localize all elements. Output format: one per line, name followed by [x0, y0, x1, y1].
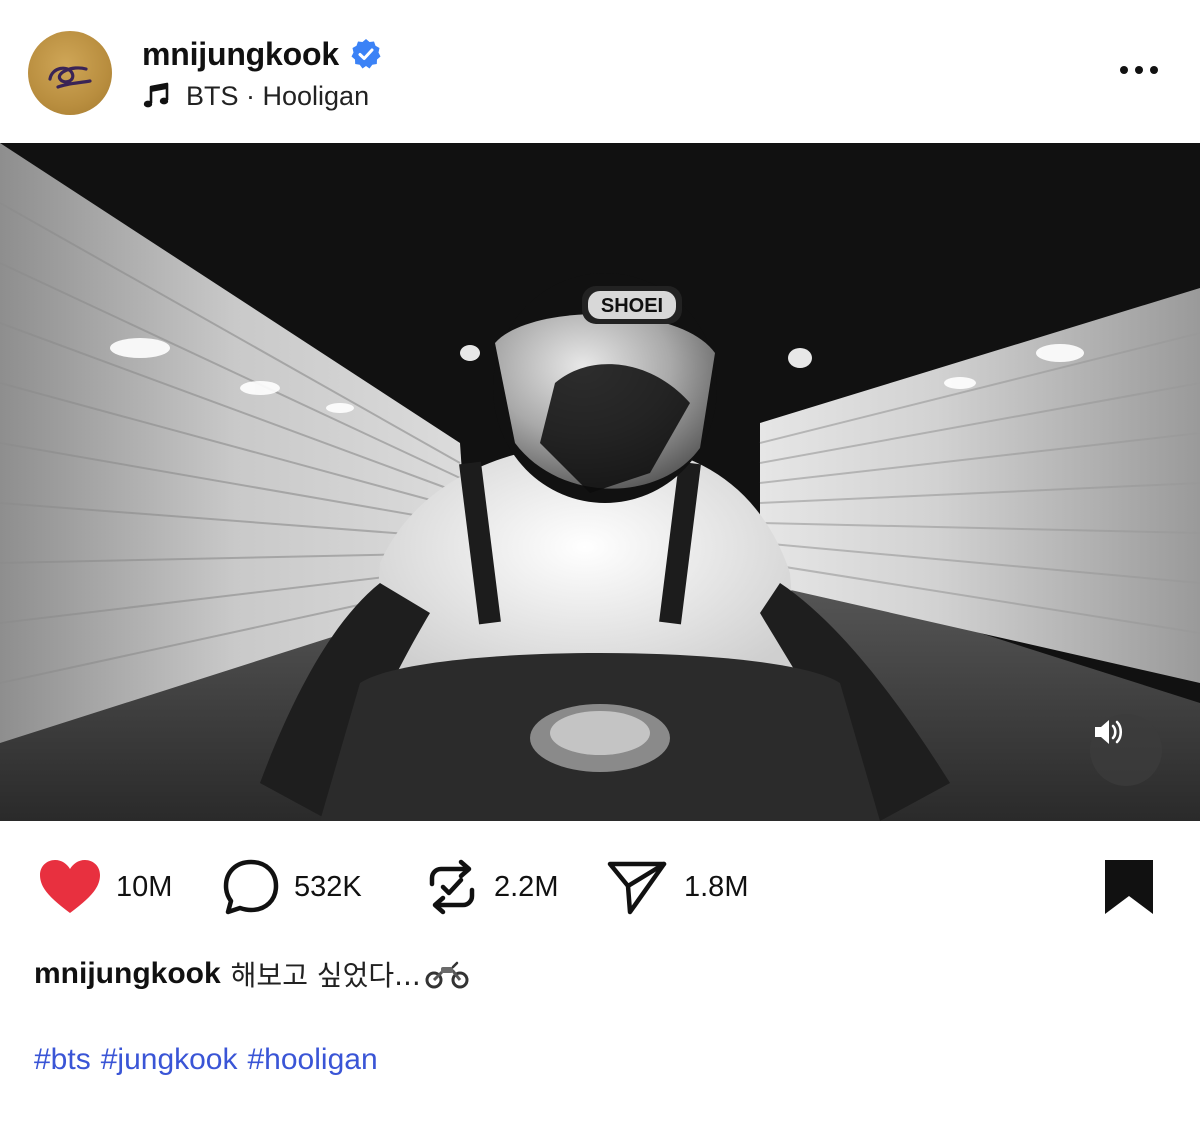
video-frame: SHOEI — [0, 143, 1200, 821]
comment-button[interactable]: 532K — [222, 850, 362, 924]
more-options-button[interactable] — [1112, 56, 1166, 84]
comment-count: 532K — [294, 870, 362, 903]
action-bar: 10M 532K 2.2M 1.8M — [0, 850, 1200, 924]
hashtag-hooligan[interactable]: #hooligan — [248, 1043, 378, 1077]
bookmark-button[interactable] — [1102, 858, 1156, 916]
music-note-icon — [143, 82, 169, 108]
more-horizontal-icon-dot — [1135, 66, 1143, 74]
author-username[interactable]: mnijungkook — [142, 36, 339, 73]
heart-icon — [40, 860, 100, 913]
send-icon — [607, 861, 667, 915]
caption-username[interactable]: mnijungkook — [34, 957, 221, 991]
repost-button[interactable]: 2.2M — [424, 850, 558, 924]
sound-toggle-button[interactable] — [1090, 714, 1162, 786]
repost-count: 2.2M — [494, 870, 559, 903]
svg-text:SHOEI: SHOEI — [601, 295, 663, 317]
post-caption: mnijungkook 해보고 싶었다... — [34, 952, 469, 996]
hashtag-list: #bts #jungkook #hooligan — [34, 1038, 378, 1082]
post-video[interactable]: SHOEI — [0, 143, 1200, 821]
like-button[interactable]: 10M — [38, 850, 172, 924]
share-count: 1.8M — [684, 870, 749, 903]
speaker-volume-icon — [1095, 720, 1123, 744]
verified-badge-icon — [351, 39, 381, 69]
repost-icon — [429, 859, 475, 915]
golden-script-logo-icon — [48, 66, 92, 89]
avatar[interactable] — [28, 31, 112, 115]
music-row[interactable]: BTS · Hooligan — [142, 78, 369, 114]
bookmark-icon — [1105, 860, 1153, 914]
more-horizontal-icon — [1120, 66, 1128, 74]
music-label: BTS · Hooligan — [186, 80, 370, 111]
caption-text: 해보고 싶었다... — [230, 959, 421, 992]
hashtag-bts[interactable]: #bts — [34, 1043, 91, 1077]
like-count: 10M — [116, 870, 173, 903]
share-button[interactable]: 1.8M — [606, 850, 748, 924]
post-header: mnijungkook BTS · Hooligan — [0, 0, 1200, 143]
more-horizontal-icon-dot — [1150, 66, 1158, 74]
motorcycle-icon — [425, 961, 469, 989]
author-row: mnijungkook — [142, 32, 383, 76]
hashtag-jungkook[interactable]: #jungkook — [101, 1043, 238, 1077]
comment-bubble-icon — [223, 859, 279, 915]
